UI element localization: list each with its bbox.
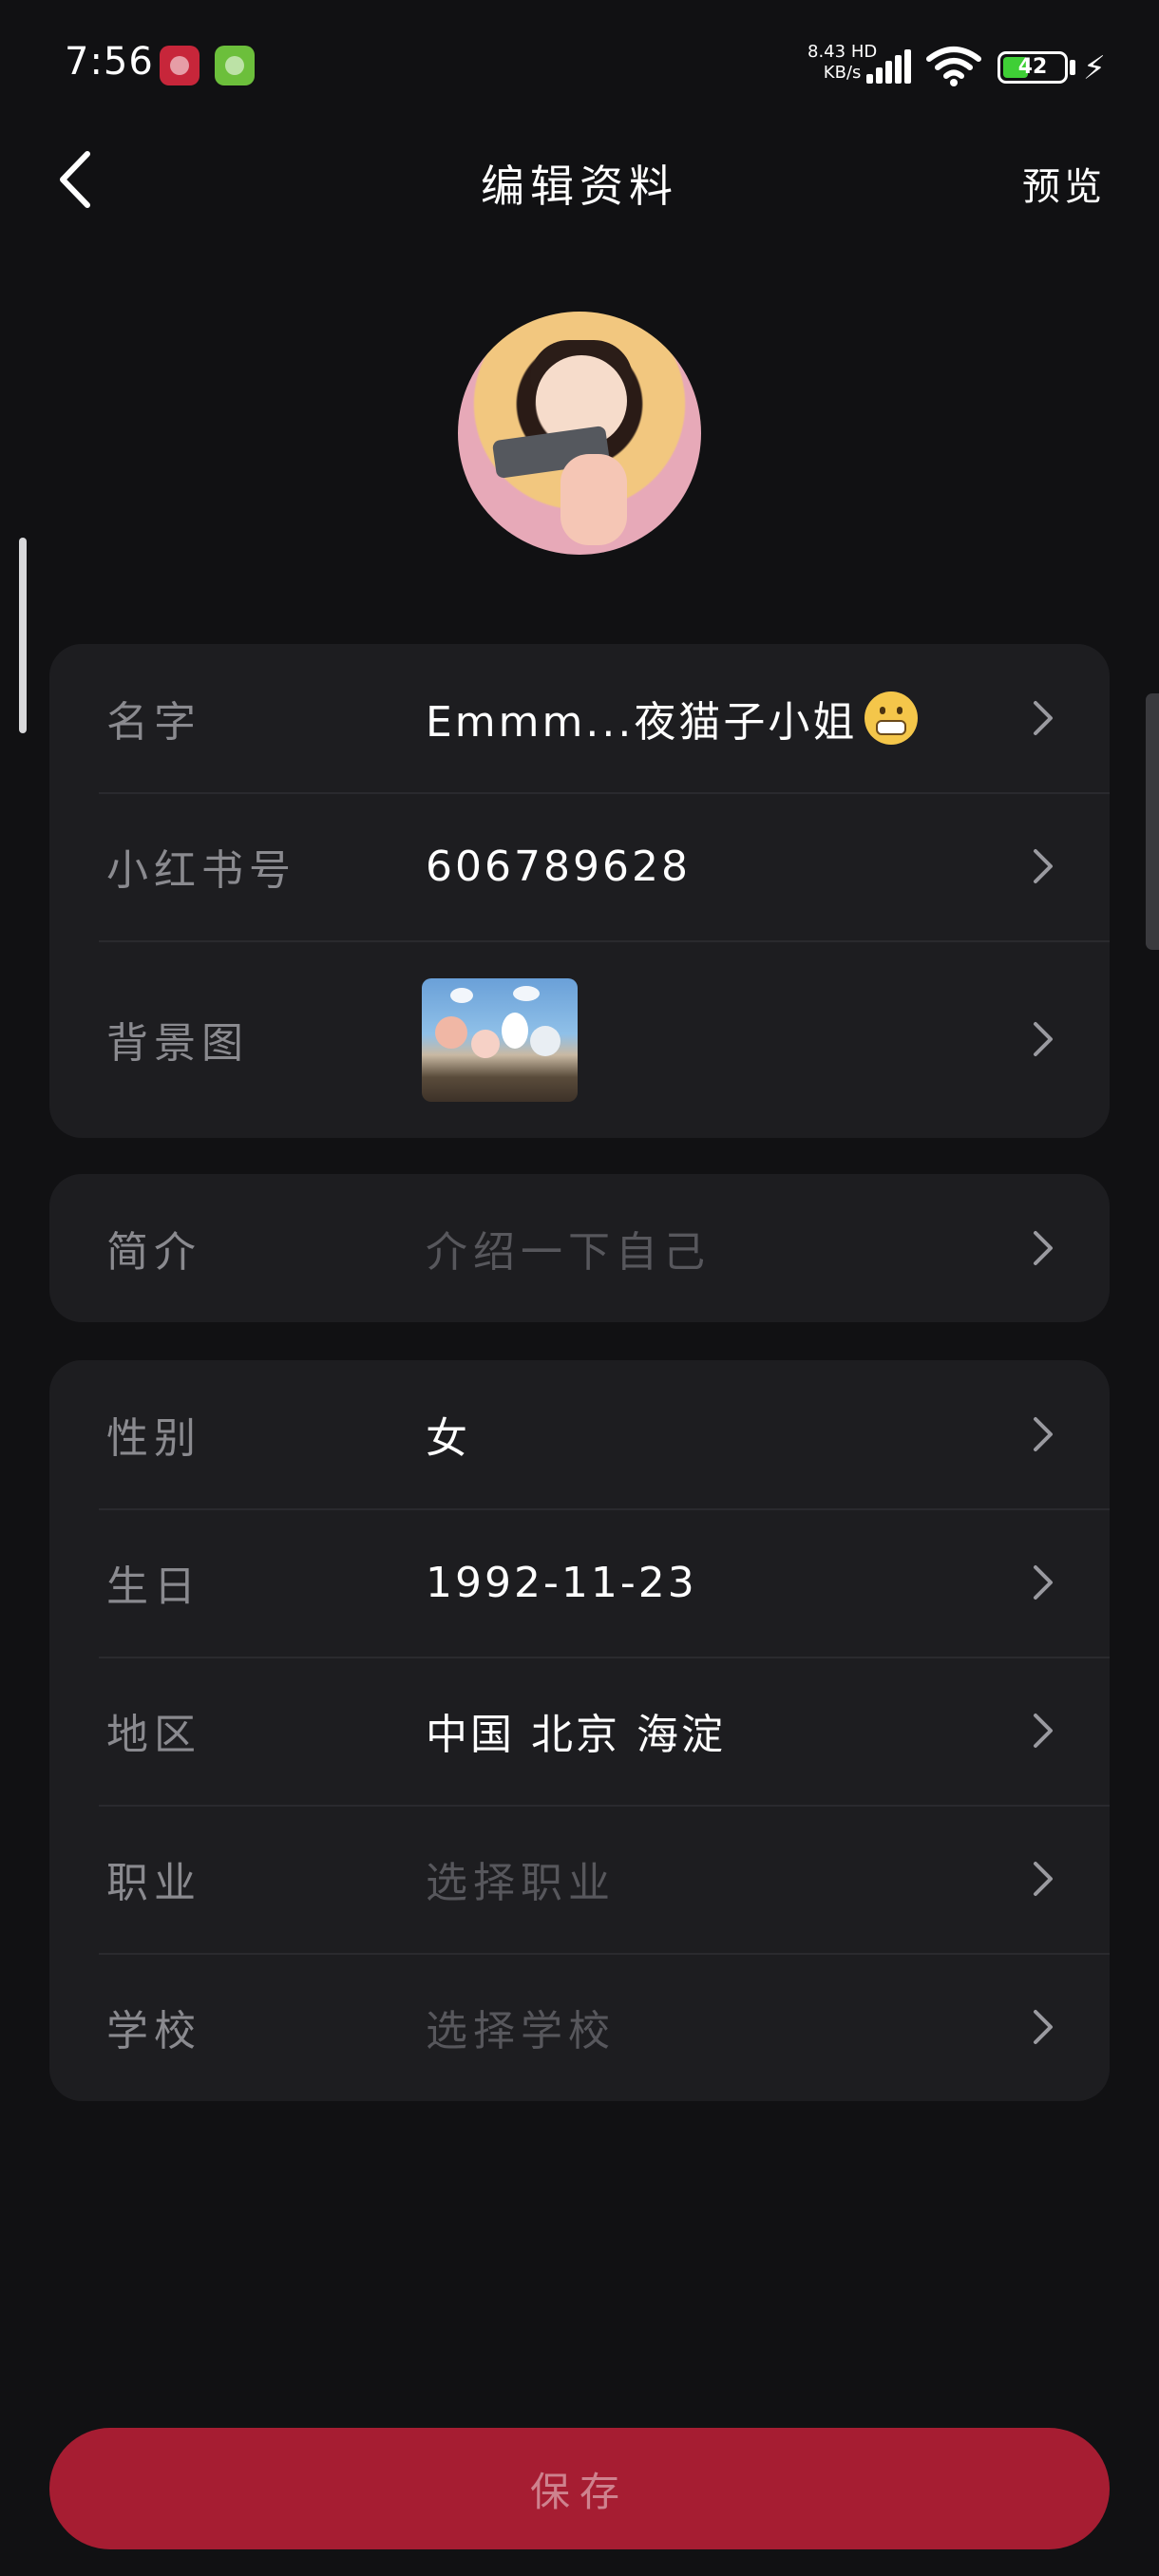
chevron-right-icon xyxy=(1034,2010,1053,2044)
name-row[interactable]: 名字 Emmm...夜猫子小姐 xyxy=(49,644,1110,792)
battery-level: 42 xyxy=(1017,55,1048,79)
left-scroll-indicator xyxy=(19,538,27,733)
region-label: 地区 xyxy=(106,1711,201,1759)
chevron-right-icon xyxy=(1034,1862,1053,1896)
battery-icon: 42 xyxy=(998,51,1068,84)
chevron-right-icon xyxy=(1034,701,1053,735)
region-value: 中国 北京 海淀 xyxy=(426,1711,726,1759)
chevron-right-icon xyxy=(1034,1231,1053,1265)
id-row[interactable]: 小红书号 606789628 xyxy=(49,792,1110,940)
job-row[interactable]: 职业 选择职业 xyxy=(49,1805,1110,1953)
charging-icon: ⚡ xyxy=(1083,49,1106,87)
id-label: 小红书号 xyxy=(106,846,296,895)
status-time: 7:56 xyxy=(65,40,154,84)
school-placeholder: 选择学校 xyxy=(426,2007,616,2055)
school-row[interactable]: 学校 选择学校 xyxy=(49,1953,1110,2101)
signal-icon xyxy=(866,49,914,84)
job-placeholder: 选择职业 xyxy=(426,1859,616,1907)
name-label: 名字 xyxy=(106,698,201,747)
chevron-right-icon xyxy=(1034,1022,1053,1056)
chevron-right-icon xyxy=(1034,1417,1053,1451)
preview-button[interactable]: 预览 xyxy=(1022,156,1106,211)
avatar[interactable] xyxy=(458,312,701,555)
background-row[interactable]: 背景图 xyxy=(49,940,1110,1138)
profile-card: 名字 Emmm...夜猫子小姐 小红书号 606789628 背景图 xyxy=(49,644,1110,1138)
right-scroll-indicator[interactable] xyxy=(1146,693,1159,950)
chevron-right-icon xyxy=(1034,1565,1053,1600)
wifi-icon xyxy=(926,47,981,86)
avatar-leg xyxy=(560,454,627,545)
header: 编辑资料 预览 xyxy=(0,133,1159,228)
school-label: 学校 xyxy=(106,2007,201,2055)
region-row[interactable]: 地区 中国 北京 海淀 xyxy=(49,1657,1110,1805)
chevron-right-icon xyxy=(1034,1714,1053,1748)
net-speed-value: 8.43 xyxy=(808,42,846,62)
page-title: 编辑资料 xyxy=(481,161,678,212)
gender-value: 女 xyxy=(426,1414,470,1463)
chevron-right-icon xyxy=(1034,849,1053,883)
birthday-value: 1992-11-23 xyxy=(426,1558,697,1607)
background-label: 背景图 xyxy=(106,1019,249,1068)
birthday-row[interactable]: 生日 1992-11-23 xyxy=(49,1508,1110,1657)
notification-app-icon xyxy=(160,46,200,85)
info-card: 性别 女 生日 1992-11-23 地区 中国 北京 海淀 职业 选择职业 学… xyxy=(49,1360,1110,2101)
status-bar: 7:56 8.43 HD KB/s 42 ⚡ xyxy=(0,0,1159,133)
gender-label: 性别 xyxy=(106,1414,201,1463)
grimace-emoji-icon xyxy=(864,691,919,745)
save-button[interactable]: 保存 xyxy=(49,2428,1110,2549)
battery-tip xyxy=(1070,60,1075,75)
birthday-label: 生日 xyxy=(106,1563,201,1611)
bio-label: 简介 xyxy=(106,1228,201,1277)
background-thumbnail xyxy=(422,978,578,1102)
name-value: Emmm...夜猫子小姐 xyxy=(426,698,858,747)
job-label: 职业 xyxy=(106,1859,201,1907)
name-value-wrap: Emmm...夜猫子小姐 xyxy=(426,644,919,792)
bio-placeholder: 介绍一下自己 xyxy=(426,1228,711,1277)
edit-profile-page: 7:56 8.43 HD KB/s 42 ⚡ 编辑资料 预览 名字 Emmm..… xyxy=(0,0,1159,2576)
bio-card: 简介 介绍一下自己 xyxy=(49,1174,1110,1322)
id-value: 606789628 xyxy=(426,842,691,891)
bio-row[interactable]: 简介 介绍一下自己 xyxy=(49,1174,1110,1322)
notification-app-icon-2 xyxy=(215,46,255,85)
gender-row[interactable]: 性别 女 xyxy=(49,1360,1110,1508)
